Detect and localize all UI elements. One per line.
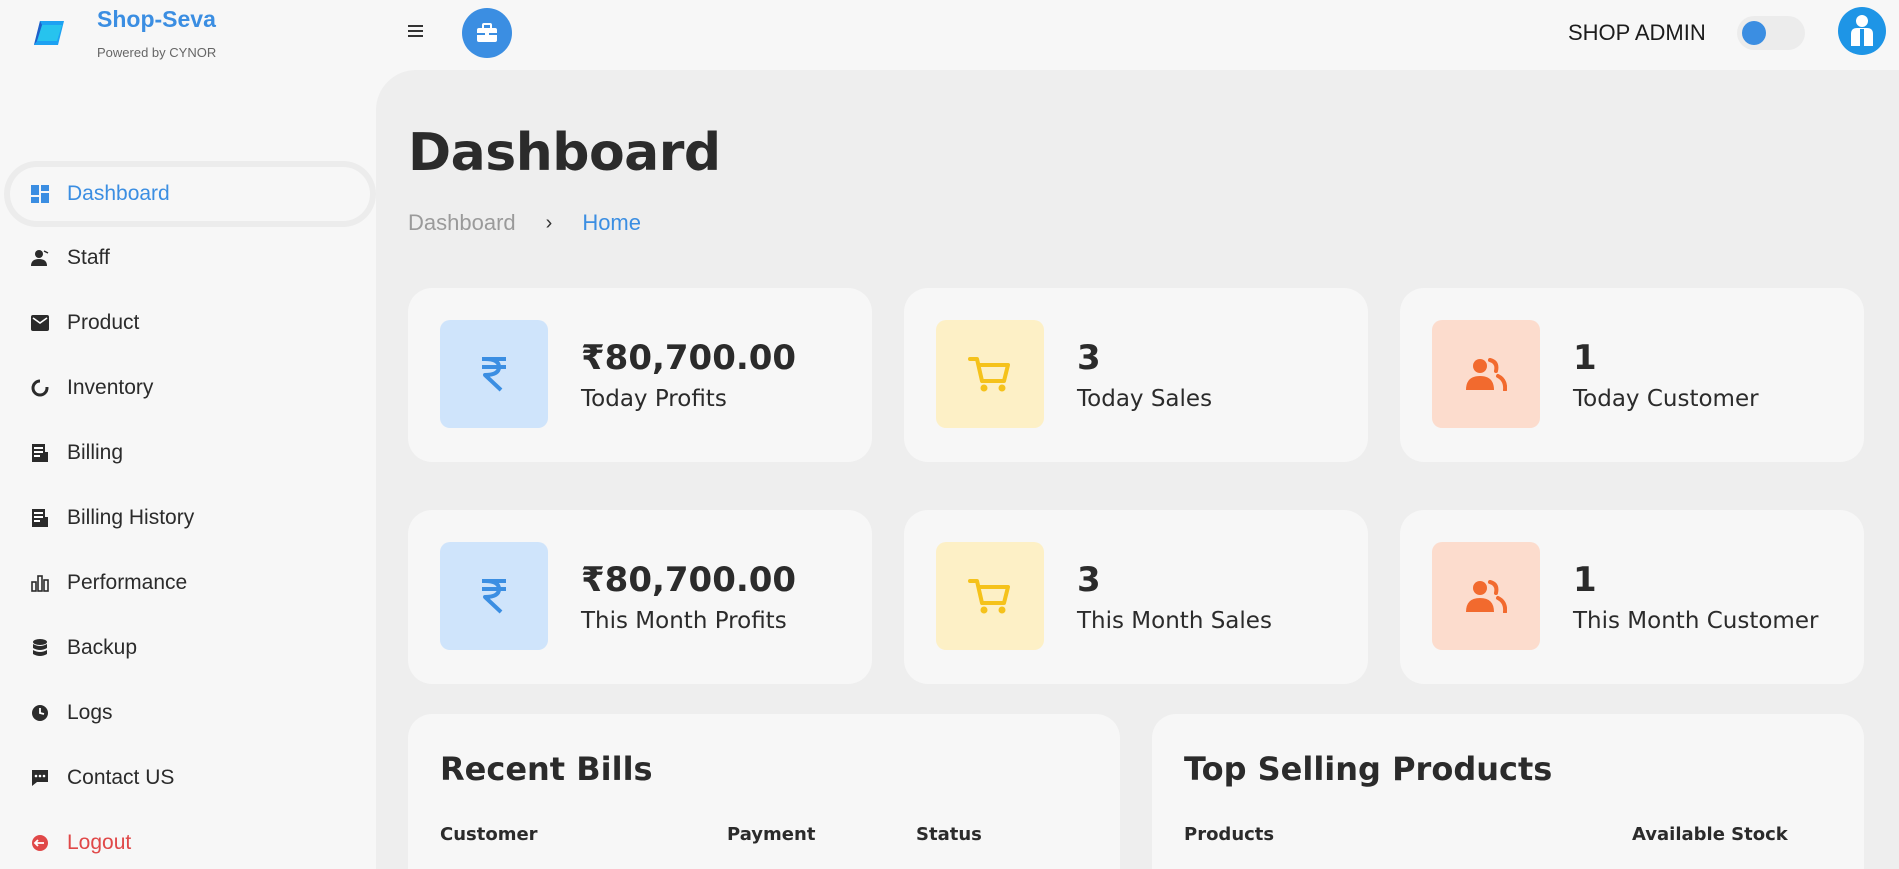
toggle-knob (1742, 21, 1766, 45)
stat-card-today-profits: ₹80,700.00 Today Profits (408, 288, 872, 462)
stat-value: 1 (1573, 560, 1597, 600)
recent-bills-panel: Recent Bills Customer Payment Status (408, 714, 1120, 869)
users-icon (1432, 542, 1540, 650)
sidebar-item-label: Contact US (67, 766, 175, 789)
stat-value: ₹80,700.00 (581, 560, 797, 600)
briefcase-icon (477, 23, 497, 42)
sidebar-item-label: Billing (67, 441, 124, 464)
sidebar-item-backup[interactable]: Backup (10, 621, 370, 675)
sidebar-item-label: Logout (67, 831, 132, 854)
column-header[interactable]: Payment (727, 824, 815, 845)
sidebar-item-label: Dashboard (67, 182, 170, 205)
bar-chart-icon (29, 572, 51, 594)
stat-card-month-profits: ₹80,700.00 This Month Profits (408, 510, 872, 684)
sidebar-item-performance[interactable]: Performance (10, 556, 370, 610)
stat-label: Today Customer (1573, 386, 1759, 412)
database-icon (29, 637, 51, 659)
sidebar-item-label: Logs (67, 701, 113, 724)
sidebar-item-dashboard[interactable]: Dashboard (10, 167, 370, 221)
stat-card-month-customer: 1 This Month Customer (1400, 510, 1864, 684)
panel-title: Recent Bills (440, 750, 653, 788)
avatar[interactable] (1838, 7, 1886, 55)
sidebar-item-staff[interactable]: Staff (10, 231, 370, 285)
chat-icon (29, 767, 51, 789)
users-icon (1432, 320, 1540, 428)
rupee-icon (440, 320, 548, 428)
dashboard-icon (29, 183, 51, 205)
page-title: Dashboard (408, 123, 721, 183)
column-header[interactable]: Available Stock (1632, 824, 1788, 845)
stat-value: ₹80,700.00 (581, 338, 797, 378)
role-label: SHOP ADMIN (1568, 20, 1706, 45)
stat-card-today-sales: 3 Today Sales (904, 288, 1368, 462)
rupee-icon (440, 542, 548, 650)
stat-label: This Month Profits (581, 608, 787, 634)
logo-icon (34, 21, 64, 45)
sidebar-item-inventory[interactable]: Inventory (10, 361, 370, 415)
sidebar-item-label: Product (67, 311, 140, 334)
breadcrumb: Dashboard › Home (408, 210, 641, 236)
sidebar-item-logs[interactable]: Logs (10, 686, 370, 740)
stat-card-month-sales: 3 This Month Sales (904, 510, 1368, 684)
cart-icon (936, 320, 1044, 428)
theme-toggle[interactable] (1737, 16, 1805, 50)
stat-value: 1 (1573, 338, 1597, 378)
top-selling-products-panel: Top Selling Products Products Available … (1152, 714, 1864, 869)
stat-label: Today Profits (581, 386, 727, 412)
stat-card-today-customer: 1 Today Customer (1400, 288, 1864, 462)
sidebar-item-product[interactable]: Product (10, 296, 370, 350)
column-header[interactable]: Customer (440, 824, 538, 845)
column-header[interactable]: Status (916, 824, 982, 845)
user-icon (1851, 15, 1873, 46)
sidebar-item-billing[interactable]: Billing (10, 426, 370, 480)
clock-icon (29, 702, 51, 724)
sidebar-item-label: Staff (67, 246, 110, 269)
sidebar: Dashboard Staff Product Inventory Billin… (0, 70, 376, 869)
briefcase-button[interactable] (462, 8, 512, 58)
sidebar-item-label: Inventory (67, 376, 154, 399)
breadcrumb-current: Home (582, 210, 641, 235)
brand-subtitle: Powered by CYNOR (97, 45, 217, 60)
sidebar-item-billing-history[interactable]: Billing History (10, 491, 370, 545)
hamburger-icon[interactable] (408, 22, 430, 42)
sidebar-item-label: Billing History (67, 506, 195, 529)
logout-icon (29, 832, 51, 854)
sidebar-item-contact-us[interactable]: Contact US (10, 751, 370, 805)
receipt-icon (29, 442, 51, 464)
column-header[interactable]: Products (1184, 824, 1274, 845)
stat-label: Today Sales (1077, 386, 1213, 412)
main-content: Dashboard Dashboard › Home ₹80,700.00 To… (376, 70, 1899, 869)
user-icon (29, 247, 51, 269)
brand-name: Shop-Seva (97, 6, 216, 32)
stat-value: 3 (1077, 560, 1101, 600)
stat-label: This Month Sales (1077, 608, 1272, 634)
stat-value: 3 (1077, 338, 1101, 378)
mail-icon (29, 312, 51, 334)
top-header: Shop-Seva Powered by CYNOR SHOP ADMIN (0, 0, 1899, 70)
stat-label: This Month Customer (1573, 608, 1819, 634)
breadcrumb-parent[interactable]: Dashboard (408, 210, 516, 236)
cart-icon (936, 542, 1044, 650)
sidebar-item-label: Backup (67, 636, 138, 659)
sidebar-item-label: Performance (67, 571, 188, 594)
receipt-icon (29, 507, 51, 529)
panel-title: Top Selling Products (1184, 750, 1553, 788)
sidebar-item-logout[interactable]: Logout (10, 816, 370, 869)
chevron-right-icon: › (545, 211, 553, 234)
pie-icon (29, 377, 51, 399)
